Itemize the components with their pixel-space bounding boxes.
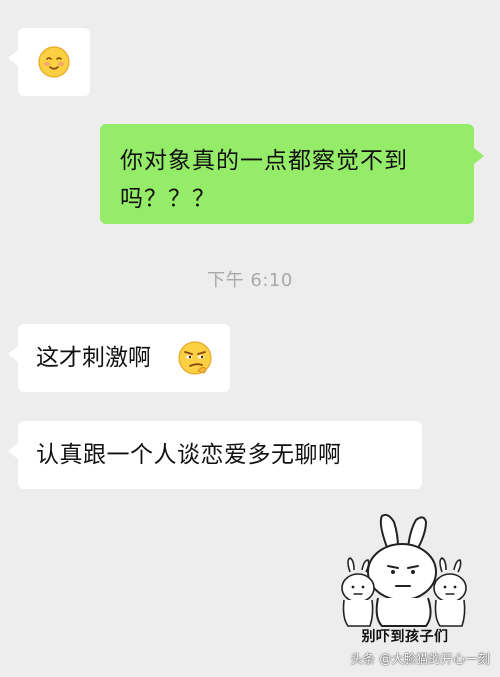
message-text: 认真跟一个人谈恋爱多无聊啊 [36, 442, 342, 468]
rabbit-sticker-icon [341, 513, 467, 627]
incoming-message-bubble[interactable]: 认真跟一个人谈恋爱多无聊啊 [8, 421, 422, 489]
smirk-emoji [178, 341, 212, 375]
incoming-message-bubble[interactable]: 这才刺激啊 [8, 324, 230, 392]
message-text: 这才刺激啊 [36, 345, 151, 371]
watermark: 头条 @大脸猫的开心一刻 [350, 652, 490, 666]
chat-area: 你对象真的一点都察觉不到吗？？？ 下午 6:10 这才刺激啊 认真跟一个人谈恋爱… [0, 0, 500, 677]
incoming-message-bubble[interactable] [8, 28, 90, 96]
rabbit-sticker[interactable]: 别吓到孩子们 [330, 510, 480, 650]
smiling-blush-emoji [38, 46, 70, 78]
sticker-caption: 别吓到孩子们 [361, 629, 449, 645]
outgoing-message-bubble[interactable]: 你对象真的一点都察觉不到吗？？？ [100, 124, 484, 224]
message-text: 你对象真的一点都察觉不到吗？？？ [120, 148, 408, 212]
timestamp: 下午 6:10 [207, 270, 293, 291]
